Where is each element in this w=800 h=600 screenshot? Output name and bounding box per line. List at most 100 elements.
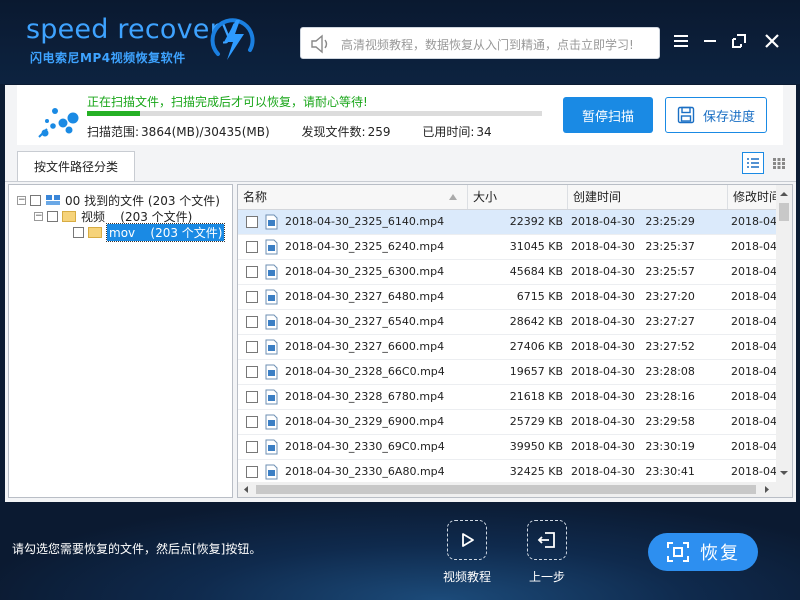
tree-label-video: 视频 (203 个文件): [81, 209, 193, 224]
cell-size: 28642 KB: [509, 315, 563, 328]
cell-size: 19657 KB: [509, 365, 563, 378]
sort-up-icon: [449, 194, 457, 200]
scroll-right-icon[interactable]: [760, 482, 774, 497]
cell-size: 27406 KB: [509, 340, 563, 353]
notice-bar[interactable]: 高清视频教程，数据恢复从入门到精通，点击立即学习!: [300, 27, 660, 59]
recover-label: 恢复: [700, 543, 740, 564]
list-view-button[interactable]: [742, 152, 764, 174]
row-checkbox[interactable]: [246, 266, 258, 278]
table-row[interactable]: 2018-04-30_2328_6780.mp4 21618 KB 2018-04-…: [238, 385, 776, 410]
video-tutorial-label: 视频教程: [442, 570, 491, 584]
tree-item-video[interactable]: − 视频 (203 个文件): [34, 208, 192, 224]
row-checkbox[interactable]: [246, 441, 258, 453]
column-header-created[interactable]: 创建时间: [568, 185, 728, 209]
maximize-icon: [732, 34, 746, 48]
tree-item-mov[interactable]: mov (203 个文件): [73, 222, 226, 242]
maximize-button[interactable]: [728, 30, 750, 52]
row-checkbox[interactable]: [246, 366, 258, 378]
row-checkbox[interactable]: [246, 316, 258, 328]
main-panel: 正在扫描文件，扫描完成后才可以恢复，请耐心等待! 扫描范围: 3864(MB)/3…: [5, 85, 796, 502]
scroll-left-icon[interactable]: [239, 482, 253, 497]
elapsed-time: 已用时间: 34: [422, 125, 505, 139]
grid-view-button[interactable]: [768, 152, 790, 174]
minimize-icon: [704, 40, 716, 42]
cell-name: 2018-04-30_2325_6140.mp4: [285, 215, 445, 228]
video-file-icon: [265, 389, 278, 405]
save-progress-button[interactable]: 保存进度: [665, 97, 767, 133]
table-row[interactable]: 2018-04-30_2327_6480.mp4 6715 KB 2018-04-3…: [238, 285, 776, 310]
tree-checkbox-mov[interactable]: [73, 226, 84, 238]
column-header-name[interactable]: 名称: [238, 185, 468, 209]
table-row[interactable]: 2018-04-30_2330_69C0.mp4 39950 KB 2018-04-…: [238, 435, 776, 460]
tree-checkbox-root[interactable]: [30, 194, 41, 206]
scan-progress-fill: [87, 111, 140, 116]
cell-size: 25729 KB: [509, 415, 563, 428]
tree-item-root[interactable]: − 00 找到的文件 (203 个文件): [17, 192, 220, 208]
horizontal-scroll-thumb[interactable]: [256, 485, 756, 494]
column-header-size[interactable]: 大小: [468, 185, 568, 209]
table-row[interactable]: 2018-04-30_2325_6300.mp4 45684 KB 2018-04-…: [238, 260, 776, 285]
previous-step-button[interactable]: [527, 520, 567, 560]
cell-size: 45684 KB: [509, 265, 563, 278]
row-checkbox[interactable]: [246, 216, 258, 228]
video-file-icon: [265, 414, 278, 430]
video-tutorial-button[interactable]: [447, 520, 487, 560]
collapse-icon[interactable]: −: [17, 195, 26, 205]
cell-modified: 2018-04-: [731, 390, 776, 403]
recover-scan-icon: [667, 542, 689, 562]
found-count: 发现文件数: 259: [302, 125, 405, 139]
scroll-up-icon[interactable]: [776, 187, 792, 201]
row-checkbox[interactable]: [246, 241, 258, 253]
tree-checkbox-video[interactable]: [47, 210, 58, 222]
cell-name: 2018-04-30_2328_6780.mp4: [285, 390, 445, 403]
row-checkbox[interactable]: [246, 391, 258, 403]
tab-row: 按文件路径分类: [5, 149, 796, 182]
menu-button[interactable]: [670, 30, 692, 52]
row-checkbox[interactable]: [246, 416, 258, 428]
grid-view-icon: [773, 158, 785, 169]
vertical-scroll-thumb[interactable]: [779, 203, 789, 221]
minimize-button[interactable]: [699, 30, 721, 52]
table-row[interactable]: 2018-04-30_2329_6900.mp4 25729 KB 2018-04-…: [238, 410, 776, 435]
scroll-down-icon[interactable]: [776, 466, 792, 480]
row-checkbox[interactable]: [246, 291, 258, 303]
recover-button[interactable]: 恢复: [648, 533, 758, 571]
table-row[interactable]: 2018-04-30_2325_6240.mp4 31045 KB 2018-04-…: [238, 235, 776, 260]
instruction-hint: 请勾选您需要恢复的文件，然后点[恢复]按钮。: [12, 542, 262, 556]
video-file-icon: [265, 464, 278, 480]
cell-name: 2018-04-30_2327_6540.mp4: [285, 315, 445, 328]
table-row[interactable]: 2018-04-30_2325_6140.mp4 22392 KB 2018-04-…: [238, 210, 776, 235]
cell-name: 2018-04-30_2327_6480.mp4: [285, 290, 445, 303]
tree-label-mov: mov (203 个文件): [105, 222, 226, 242]
cell-created: 2018-04-30 23:25:57: [571, 265, 695, 278]
cell-created: 2018-04-30 23:27:52: [571, 340, 695, 353]
lightning-logo-icon: [210, 18, 255, 60]
cell-name: 2018-04-30_2325_6300.mp4: [285, 265, 445, 278]
pause-scan-button[interactable]: 暂停扫描: [563, 97, 653, 133]
folder-icon: [88, 226, 102, 238]
close-button[interactable]: [761, 30, 783, 52]
tab-by-path[interactable]: 按文件路径分类: [17, 151, 135, 181]
cell-modified: 2018-04-: [731, 365, 776, 378]
table-row[interactable]: 2018-04-30_2328_66C0.mp4 19657 KB 2018-04-…: [238, 360, 776, 385]
cell-created: 2018-04-30 23:27:27: [571, 315, 695, 328]
scan-progress-bar: [87, 111, 542, 116]
cell-created: 2018-04-30 23:28:16: [571, 390, 695, 403]
cell-name: 2018-04-30_2325_6240.mp4: [285, 240, 445, 253]
tree-label-root: 00 找到的文件 (203 个文件): [65, 193, 220, 208]
cell-name: 2018-04-30_2328_66C0.mp4: [285, 365, 445, 378]
elapsed-time-label: 已用时间:: [422, 125, 475, 139]
horizontal-scrollbar[interactable]: [238, 482, 792, 497]
close-icon: [765, 34, 779, 48]
list-view-icon: [747, 158, 759, 168]
collapse-icon[interactable]: −: [34, 211, 43, 221]
app-subtitle: 闪电索尼MP4视频恢复软件: [30, 51, 186, 65]
table-row[interactable]: 2018-04-30_2327_6600.mp4 27406 KB 2018-04-…: [238, 335, 776, 360]
notice-text: 高清视频教程，数据恢复从入门到精通，点击立即学习!: [341, 38, 634, 52]
row-checkbox[interactable]: [246, 466, 258, 478]
video-file-icon: [265, 364, 278, 380]
vertical-scrollbar[interactable]: [776, 185, 792, 483]
table-row[interactable]: 2018-04-30_2327_6540.mp4 28642 KB 2018-04-…: [238, 310, 776, 335]
row-checkbox[interactable]: [246, 341, 258, 353]
cell-modified: 2018-04-: [731, 340, 776, 353]
